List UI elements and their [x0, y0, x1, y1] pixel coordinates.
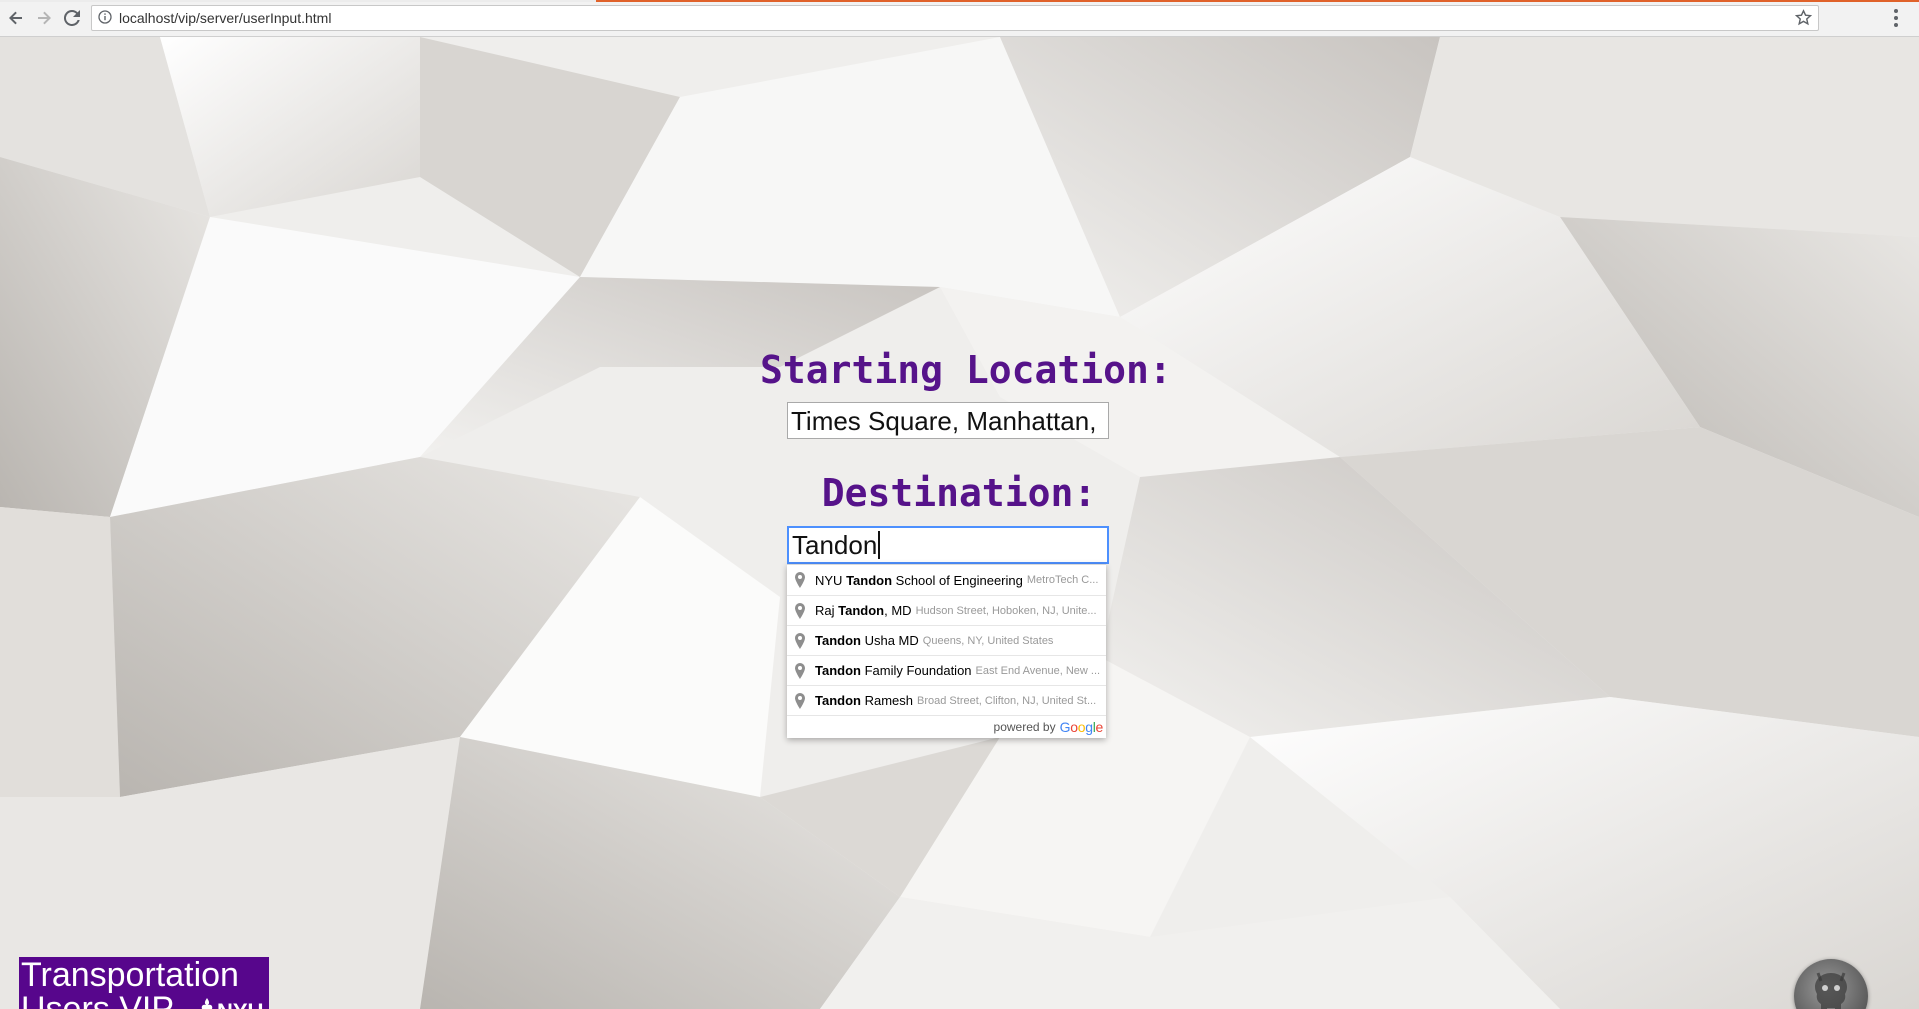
suggestion-secondary-text: Queens, NY, United States [922, 634, 1054, 647]
google-logo-letter: g [1085, 719, 1093, 735]
menu-dots-icon[interactable] [1893, 8, 1899, 33]
active-tab-accent [596, 0, 1919, 2]
powered-by-text: powered by [993, 720, 1056, 734]
starting-location-value: Times Square, Manhattan, [791, 406, 1097, 436]
google-logo: Google [1059, 719, 1104, 735]
suggestion-item[interactable]: Tandon Usha MD Queens, NY, United States [787, 625, 1106, 655]
suggestion-secondary-text: Broad Street, Clifton, NJ, United St... [917, 694, 1097, 707]
suggestion-secondary-text: East End Avenue, New ... [975, 664, 1101, 677]
low-poly-background [0, 37, 1919, 1009]
destination-label: Destination: [821, 471, 1097, 515]
autocomplete-dropdown: NYU Tandon School of Engineering MetroTe… [787, 564, 1106, 738]
suggestion-item[interactable]: Tandon Family Foundation East End Avenue… [787, 655, 1106, 685]
reload-icon[interactable] [61, 7, 83, 29]
github-octocat-icon[interactable] [1794, 959, 1868, 1009]
map-pin-icon [795, 662, 805, 679]
map-pin-icon [795, 602, 805, 619]
starting-location-input[interactable]: Times Square, Manhattan, [787, 402, 1109, 439]
powered-by-google: powered by Google [787, 715, 1106, 738]
tab-strip [0, 0, 1919, 2]
map-pin-icon [795, 572, 805, 588]
google-logo-letter: o [1070, 719, 1078, 735]
map-pin-icon [795, 692, 805, 709]
page-content: Starting Location: Times Square, Manhatt… [0, 37, 1919, 1009]
logo-line-1: Transportation [21, 956, 239, 994]
text-caret [878, 531, 881, 559]
nyu-wordmark: NYU [217, 1000, 263, 1009]
transportation-vip-logo: Transportation Users VIP NYU [19, 957, 269, 1009]
info-icon[interactable] [98, 10, 112, 29]
suggestion-main-text: Tandon Ramesh [815, 693, 914, 708]
starting-location-label: Starting Location: [760, 348, 1172, 392]
nyu-torch-icon [201, 998, 213, 1009]
suggestion-item[interactable]: Raj Tandon, MD Hudson Street, Hoboken, N… [787, 595, 1106, 625]
destination-input[interactable]: Tandon [787, 526, 1109, 564]
suggestion-secondary-text: MetroTech C... [1026, 574, 1099, 586]
logo-line-2: Users VIP [21, 990, 175, 1009]
destination-value: Tandon [792, 530, 878, 560]
address-url[interactable]: localhost/vip/server/userInput.html [119, 10, 331, 26]
forward-icon[interactable] [33, 7, 55, 29]
suggestion-main-text: Tandon Usha MD [815, 633, 919, 648]
browser-toolbar: localhost/vip/server/userInput.html [0, 0, 1919, 37]
address-bar[interactable]: localhost/vip/server/userInput.html [91, 5, 1819, 31]
suggestion-item[interactable]: Tandon Ramesh Broad Street, Clifton, NJ,… [787, 685, 1106, 715]
suggestion-main-text: Tandon Family Foundation [815, 663, 972, 678]
back-icon[interactable] [5, 7, 27, 29]
suggestion-main-text: Raj Tandon, MD [815, 603, 912, 618]
suggestion-item[interactable]: NYU Tandon School of Engineering MetroTe… [787, 565, 1106, 595]
google-logo-letter: G [1059, 719, 1071, 735]
suggestion-main-text: NYU Tandon School of Engineering [815, 572, 1023, 588]
suggestion-secondary-text: Hudson Street, Hoboken, NJ, Unite... [915, 604, 1097, 617]
google-logo-letter: e [1095, 719, 1104, 735]
map-pin-icon [795, 632, 805, 649]
star-icon[interactable] [1794, 9, 1813, 31]
